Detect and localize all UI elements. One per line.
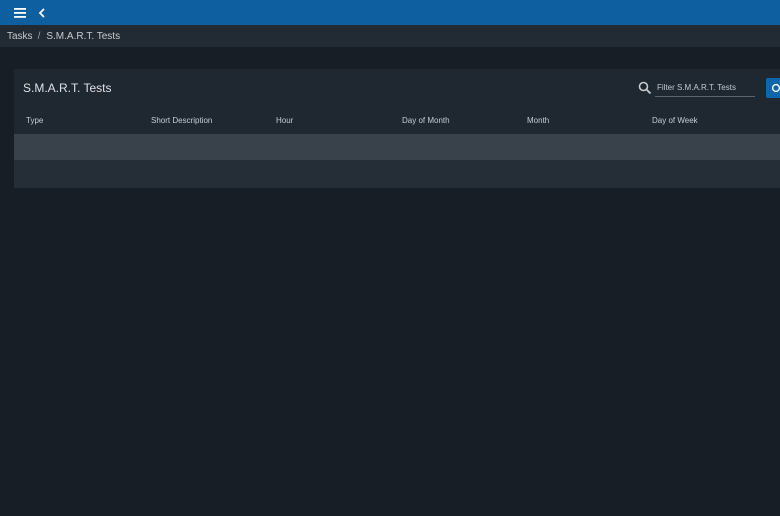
column-header-short-description[interactable]: Short Description [151, 107, 212, 134]
column-header-month[interactable]: Month [527, 107, 549, 134]
column-header-day-of-month[interactable]: Day of Month [402, 107, 450, 134]
filter-input[interactable] [655, 79, 755, 97]
menu-button[interactable] [9, 2, 31, 23]
table-footer [14, 160, 780, 188]
column-header-type[interactable]: Type [26, 107, 43, 134]
breadcrumb-item-current: S.M.A.R.T. Tests [46, 30, 121, 42]
smart-tests-card: S.M.A.R.T. Tests Type Short Description … [14, 69, 780, 188]
breadcrumb-separator: / [37, 30, 41, 42]
breadcrumb-item-tasks[interactable]: Tasks [7, 31, 33, 42]
column-header-day-of-week[interactable]: Day of Week [652, 107, 698, 134]
table-header: Type Short Description Hour Day of Month… [14, 107, 780, 134]
empty-table-row [14, 134, 780, 160]
search-icon [638, 81, 652, 95]
column-header-hour[interactable]: Hour [276, 107, 293, 134]
top-toolbar [0, 0, 780, 25]
add-button[interactable] [766, 78, 780, 98]
menu-icon [14, 7, 26, 18]
card-title: S.M.A.R.T. Tests [23, 81, 112, 95]
breadcrumb: Tasks / S.M.A.R.T. Tests [0, 25, 780, 47]
add-icon [771, 83, 780, 93]
back-button[interactable] [31, 2, 53, 23]
chevron-left-icon [38, 7, 45, 18]
